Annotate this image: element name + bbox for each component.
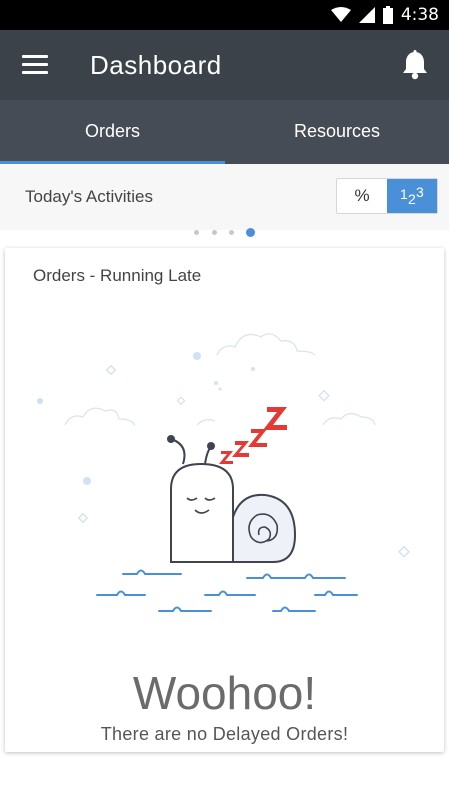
clock: 4:38	[400, 5, 439, 25]
page-dot-1[interactable]	[194, 230, 199, 235]
status-bar: 4:38	[0, 0, 449, 30]
signal-icon	[358, 7, 375, 23]
cloud-top	[216, 333, 316, 356]
cloud-left	[64, 407, 136, 426]
battery-icon	[382, 6, 393, 24]
svg-text:1: 1	[400, 186, 408, 202]
section-title: Today's Activities	[25, 187, 153, 206]
app-bar: Dashboard	[0, 30, 449, 100]
tab-orders[interactable]: Orders	[0, 100, 225, 164]
empty-state-headline: Woohoo!	[132, 667, 317, 719]
page-indicator	[0, 226, 449, 240]
tab-resources[interactable]: Resources	[225, 100, 449, 164]
page-title: Dashboard	[90, 50, 222, 80]
display-mode-toggle: % 1 2 3	[336, 178, 438, 214]
svg-text:2: 2	[408, 191, 416, 207]
ground-lines	[96, 569, 358, 612]
page-dot-4-active[interactable]	[246, 228, 255, 237]
cloud-right	[322, 412, 376, 426]
count-toggle-button[interactable]: 1 2 3	[387, 179, 437, 213]
wifi-icon	[330, 7, 351, 22]
empty-state-message: There are no Delayed Orders!	[100, 724, 349, 744]
sleeping-snail-illustration	[37, 333, 410, 612]
snail	[167, 435, 297, 563]
count-toggle-glyph: 1 2 3	[400, 184, 424, 207]
page-dot-2[interactable]	[212, 230, 217, 235]
menu-icon[interactable]	[22, 55, 48, 75]
status-icons: 4:38	[330, 4, 439, 26]
bell-icon[interactable]	[401, 50, 429, 80]
page-dot-3[interactable]	[229, 230, 234, 235]
orders-running-late-card: Orders - Running Late Woohoo! There are …	[5, 248, 444, 752]
zzz-icon	[219, 407, 287, 464]
percent-toggle-button[interactable]: %	[337, 179, 387, 213]
activities-header: Today's Activities % 1 2 3	[0, 164, 449, 230]
card-title: Orders - Running Late	[33, 266, 202, 285]
svg-text:3: 3	[416, 184, 424, 200]
tab-bar: Orders Resources	[0, 100, 449, 164]
